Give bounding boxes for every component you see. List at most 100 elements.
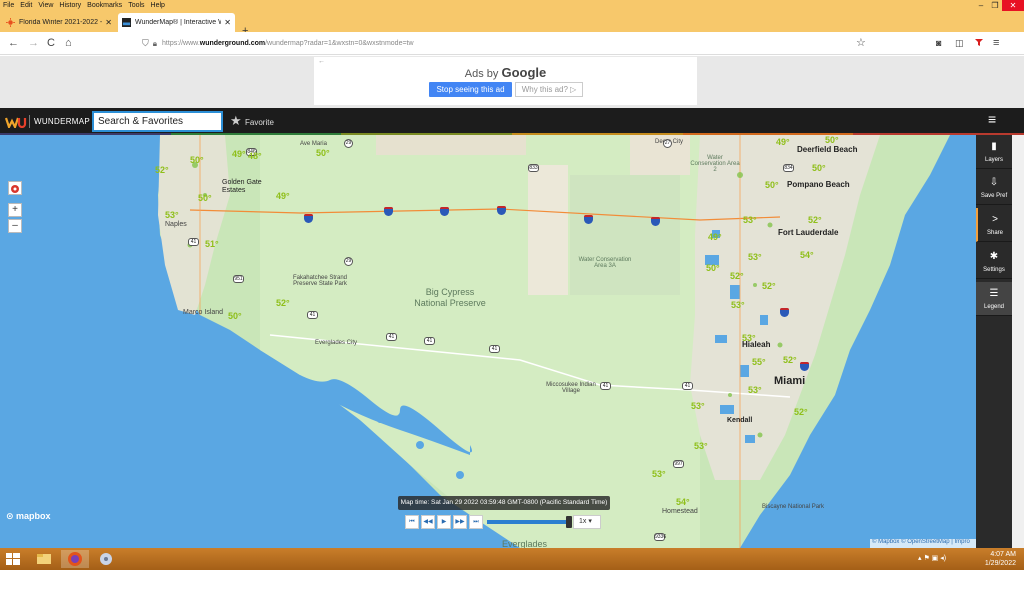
- lock-icon[interactable]: 🔒︎: [153, 39, 157, 49]
- map-base-layer: [158, 135, 950, 548]
- menu-file[interactable]: File: [0, 2, 17, 9]
- legend-button[interactable]: ☰ Legend: [976, 282, 1012, 316]
- windows-start-icon[interactable]: [6, 553, 20, 565]
- previous-frame-button[interactable]: ◀◀: [421, 515, 435, 529]
- playback-speed-select[interactable]: 1x ▾: [573, 515, 601, 529]
- settings-label: Settings: [983, 267, 1005, 273]
- favorite-button[interactable]: Favorite: [245, 118, 274, 127]
- share-chevron-icon: >: [992, 214, 998, 225]
- menu-history[interactable]: History: [56, 2, 84, 9]
- wundermap-header: WUNDERMAP Search & Favorites ★ Favorite …: [0, 108, 1024, 135]
- share-button[interactable]: > Share: [976, 208, 1012, 242]
- wundermap-favicon-icon: [122, 18, 131, 27]
- layers-icon: ▮: [991, 141, 997, 152]
- place-label: Miami: [774, 375, 806, 387]
- zoom-out-button[interactable]: –: [8, 219, 22, 233]
- tab-wundermap[interactable]: WunderMap® | Interactive Wea ✕: [118, 13, 235, 32]
- flashgot-extension-icon[interactable]: [974, 38, 984, 47]
- minimize-button[interactable]: –: [974, 0, 988, 11]
- place-label: Kendall: [727, 417, 753, 424]
- layers-button[interactable]: ▮ Layers: [976, 135, 1012, 169]
- page-scrollbar[interactable]: [1012, 135, 1024, 548]
- system-tray-icons[interactable]: ▴ ⚑ ▣ ◂): [918, 554, 946, 562]
- place-label: Water Conservation Area 2: [690, 155, 740, 173]
- navigation-bar: ← → C ⌂ ⛉ 🔒︎ https://www. wunderground.co…: [0, 32, 1024, 55]
- close-tab-icon[interactable]: ✕: [105, 18, 112, 27]
- shield-icon[interactable]: ⛉: [142, 38, 149, 49]
- temperature-label: 52°: [730, 271, 744, 281]
- temperature-label: 50°: [812, 163, 826, 173]
- map-attribution[interactable]: © Mapbox © OpenStreetMap | Impro: [870, 539, 976, 548]
- mapbox-logo[interactable]: ⊙ mapbox: [6, 511, 51, 522]
- temperature-label: 54°: [800, 250, 814, 260]
- temperature-label: 49°: [276, 191, 290, 201]
- play-button[interactable]: ▶: [437, 515, 451, 529]
- temperature-label: 53°: [742, 333, 756, 343]
- place-label: Fakahatchee Strand Preserve State Park: [292, 275, 348, 287]
- interstate-shield-icon: [800, 362, 809, 371]
- file-explorer-icon[interactable]: [30, 550, 58, 568]
- hamburger-menu-icon[interactable]: ≡: [988, 111, 996, 127]
- road-shield: 41: [489, 345, 500, 353]
- zoom-in-button[interactable]: +: [8, 203, 22, 217]
- wu-logo-icon[interactable]: [5, 115, 27, 128]
- temperature-label: 53°: [165, 210, 179, 220]
- menu-tools[interactable]: Tools: [125, 2, 147, 9]
- restore-button[interactable]: ❐: [988, 0, 1002, 11]
- road-shield: 951: [233, 275, 244, 283]
- pocket-icon[interactable]: ◙: [936, 36, 941, 50]
- map-canvas[interactable]: + – Ave Maria Golden Gate Estates Naples…: [0, 135, 976, 548]
- gear-icon: ✱: [989, 251, 999, 262]
- place-label: Pompano Beach: [787, 180, 850, 189]
- settings-button[interactable]: ✱ Settings: [976, 245, 1012, 279]
- firefox-taskbar-icon[interactable]: [61, 550, 89, 568]
- url-domain: wunderground.com: [199, 40, 266, 47]
- temperature-label: 50°: [706, 263, 720, 273]
- forward-button[interactable]: →: [28, 36, 39, 50]
- road-shield: 41: [600, 382, 611, 390]
- save-pref-button[interactable]: ⇩ Save Pref: [976, 171, 1012, 205]
- road-shield: 29: [344, 139, 353, 148]
- menu-icon[interactable]: ≡: [993, 36, 999, 50]
- menu-bookmarks[interactable]: Bookmarks: [84, 2, 125, 9]
- media-player-icon[interactable]: [92, 550, 120, 568]
- why-this-ad-button[interactable]: Why this ad? ▷: [515, 82, 583, 97]
- save-pref-label: Save Pref: [980, 193, 1008, 199]
- temperature-label: 52°: [276, 298, 290, 308]
- favorite-star-icon[interactable]: ★: [230, 113, 242, 129]
- menu-edit[interactable]: Edit: [17, 2, 35, 9]
- next-frame-button[interactable]: ▶▶: [453, 515, 467, 529]
- clock[interactable]: 4:07 AM 1/29/2022: [985, 550, 1016, 568]
- ad-back-arrow-icon[interactable]: ←: [318, 58, 325, 65]
- radar-toggle-button[interactable]: [8, 181, 22, 195]
- reload-button[interactable]: C: [47, 36, 55, 50]
- place-label: Marco Island: [183, 309, 224, 316]
- place-label: Fort Lauderdale: [778, 228, 839, 237]
- stop-seeing-ad-button[interactable]: Stop seeing this ad: [429, 82, 512, 97]
- temperature-label: 50°: [765, 180, 779, 190]
- tab-florida-winter[interactable]: Florida Winter 2021-2022 - Page ✕: [2, 13, 116, 32]
- sidebar-icon[interactable]: ◫: [955, 36, 964, 50]
- interstate-shield-icon: [497, 206, 506, 215]
- temperature-label: 52°: [808, 215, 822, 225]
- bookmark-star-icon[interactable]: ☆: [856, 36, 866, 50]
- menu-view[interactable]: View: [35, 2, 56, 9]
- back-button[interactable]: ←: [8, 36, 19, 50]
- url-bar[interactable]: ⛉ 🔒︎ https://www. wunderground.com/wunder…: [142, 36, 872, 51]
- timeline-slider[interactable]: [487, 516, 572, 528]
- timeline-slider-handle[interactable]: [566, 516, 572, 528]
- last-frame-button[interactable]: ⏭: [469, 515, 483, 529]
- download-icon: ⇩: [989, 177, 999, 188]
- share-label: Share: [986, 230, 1003, 236]
- search-input[interactable]: Search & Favorites: [92, 111, 223, 132]
- brand-name: WUNDERMAP: [34, 117, 91, 126]
- menu-help[interactable]: Help: [148, 2, 168, 9]
- temperature-label: 52°: [155, 165, 169, 175]
- temperature-label: 50°: [316, 148, 330, 158]
- close-window-button[interactable]: ✕: [1002, 0, 1024, 11]
- home-button[interactable]: ⌂: [65, 36, 72, 50]
- tab-title: Florida Winter 2021-2022 - Page: [19, 19, 103, 26]
- first-frame-button[interactable]: ⏮: [405, 515, 419, 529]
- place-label: Naples: [165, 221, 187, 228]
- close-tab-icon[interactable]: ✕: [224, 18, 231, 27]
